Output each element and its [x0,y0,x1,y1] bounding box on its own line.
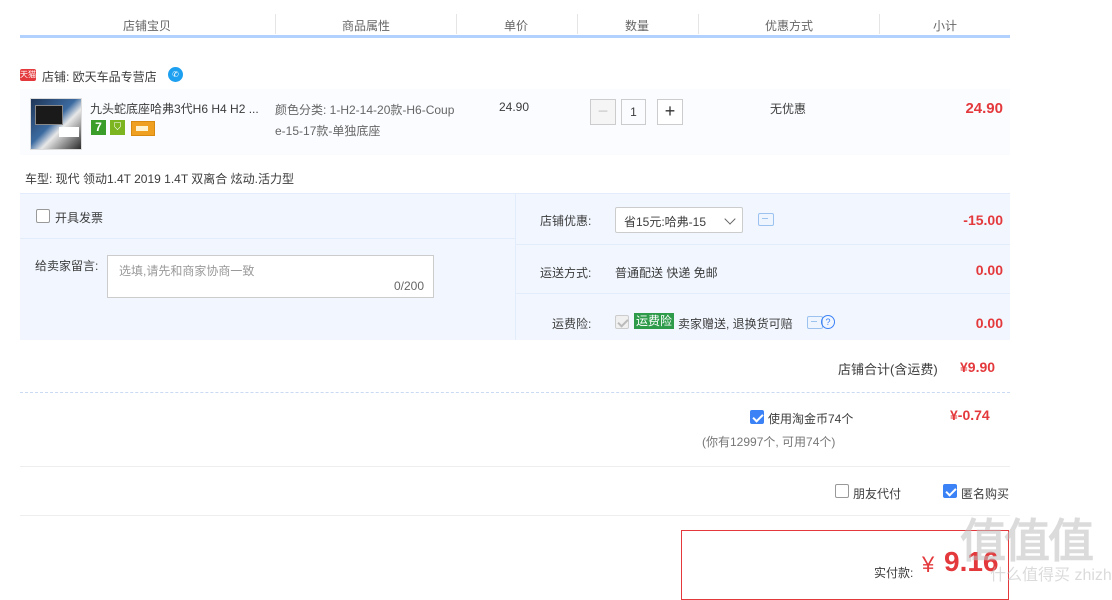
watermark-url: 什么值得买 zhizhi.com [990,567,1112,584]
col-divider [879,14,880,34]
col-quantity: 数量 [625,19,650,33]
panel-top-border [20,193,1010,194]
shop-promo-select[interactable]: 省15元:哈弗-15 [615,207,743,233]
shop-name[interactable]: 店铺: 欧天车品专营店 [42,68,157,85]
credit-card-icon [131,121,155,136]
chevron-down-icon [724,213,736,225]
taobao-coins-label: 使用淘金币74个 [768,412,854,426]
panel-divider [515,244,1010,245]
tmall-icon: 天猫 [20,69,36,81]
product-thumbnail[interactable] [30,98,82,150]
section-divider [20,466,1010,467]
payment-label: 实付款: [874,566,914,580]
col-shop-item: 店铺宝贝 [123,19,172,33]
item-row [20,89,1010,155]
panel-divider [20,238,515,239]
col-divider [275,14,276,34]
wangwang-chat-icon[interactable]: ✆ [168,67,183,82]
freight-insurance-text: 卖家赠送, 退换货可赔 [678,317,793,331]
section-divider [20,515,1010,516]
friend-pay-label: 朋友代付 [853,487,902,501]
col-discount: 优惠方式 [765,19,814,33]
panel-divider [515,193,516,340]
thumbnail-label-graphic [59,127,79,137]
freight-insurance-label: 运费险: [552,317,592,331]
product-title[interactable]: 九头蛇底座哈弗3代H6 H4 H2 ... [90,100,270,117]
message-label: 给卖家留言: [35,259,99,273]
delivery-amount: 0.00 [975,262,1003,278]
shop-promo-value: 省15元:哈弗-15 [624,215,707,229]
header-underline [20,35,1010,38]
taobao-coins-amount: ¥-0.74 [950,407,990,423]
freight-insurance-amount: 0.00 [975,315,1003,331]
freight-insurance-checkbox [615,315,629,329]
payment-currency: ¥ [922,552,935,577]
invoice-checkbox[interactable] [36,209,50,223]
invoice-label: 开具发票 [55,211,104,225]
item-discount: 无优惠 [770,102,807,116]
taobao-coins-balance: (你有12997个, 可用74个) [702,435,836,449]
anonymous-purchase-label: 匿名购买 [961,487,1010,501]
car-model: 车型: 现代 领动1.4T 2019 1.4T 双离合 炫动.活力型 [25,172,294,186]
anonymous-purchase-checkbox[interactable] [943,484,957,498]
shop-total-label: 店铺合计(含运费) [838,362,938,377]
seller-message-input[interactable]: 选填,请先和商家协商一致 0/200 [107,255,434,298]
shop-promo-label: 店铺优惠: [540,214,592,228]
col-attributes: 商品属性 [342,19,391,33]
message-placeholder: 选填,请先和商家协商一致 [119,264,255,278]
taobao-coins-checkbox[interactable] [750,410,764,424]
col-subtotal: 小计 [933,19,958,33]
column-header: 店铺宝贝 商品属性 单价 数量 优惠方式 小计 [20,14,1010,34]
col-divider [698,14,699,34]
unit-price: 24.90 [499,100,530,114]
quantity-input[interactable]: 1 [621,99,646,125]
watermark: 值值值 什么值得买 zhizhi.com [960,505,1112,587]
delivery-label: 运送方式: [540,266,592,280]
help-icon[interactable]: ? [821,315,835,329]
shop-promo-amount: -15.00 [963,212,1003,228]
quantity-increase-button[interactable]: + [657,99,683,125]
seven-day-return-icon: 7 [91,120,106,135]
shop-total-amount: ¥9.90 [960,359,996,375]
message-char-count: 0/200 [393,279,424,293]
section-divider [20,392,1010,393]
delivery-value: 普通配送 快递 免邮 [615,266,718,280]
thumbnail-screen-graphic [35,105,63,125]
product-attributes: 颜色分类: 1-H2-14-20款-H6-Coupe-15-17款-单独底座 [275,103,455,138]
col-unit-price: 单价 [504,19,529,33]
message-bubble-icon[interactable] [758,213,774,226]
friend-pay-checkbox[interactable] [835,484,849,498]
item-subtotal: 24.90 [965,100,1003,117]
quantity-decrease-button[interactable]: − [590,99,616,125]
col-divider [456,14,457,34]
col-divider [577,14,578,34]
panel-divider [515,293,1010,294]
consumer-protection-icon: ⛉ [110,120,125,135]
freight-insurance-badge: 运费险 [634,313,675,329]
